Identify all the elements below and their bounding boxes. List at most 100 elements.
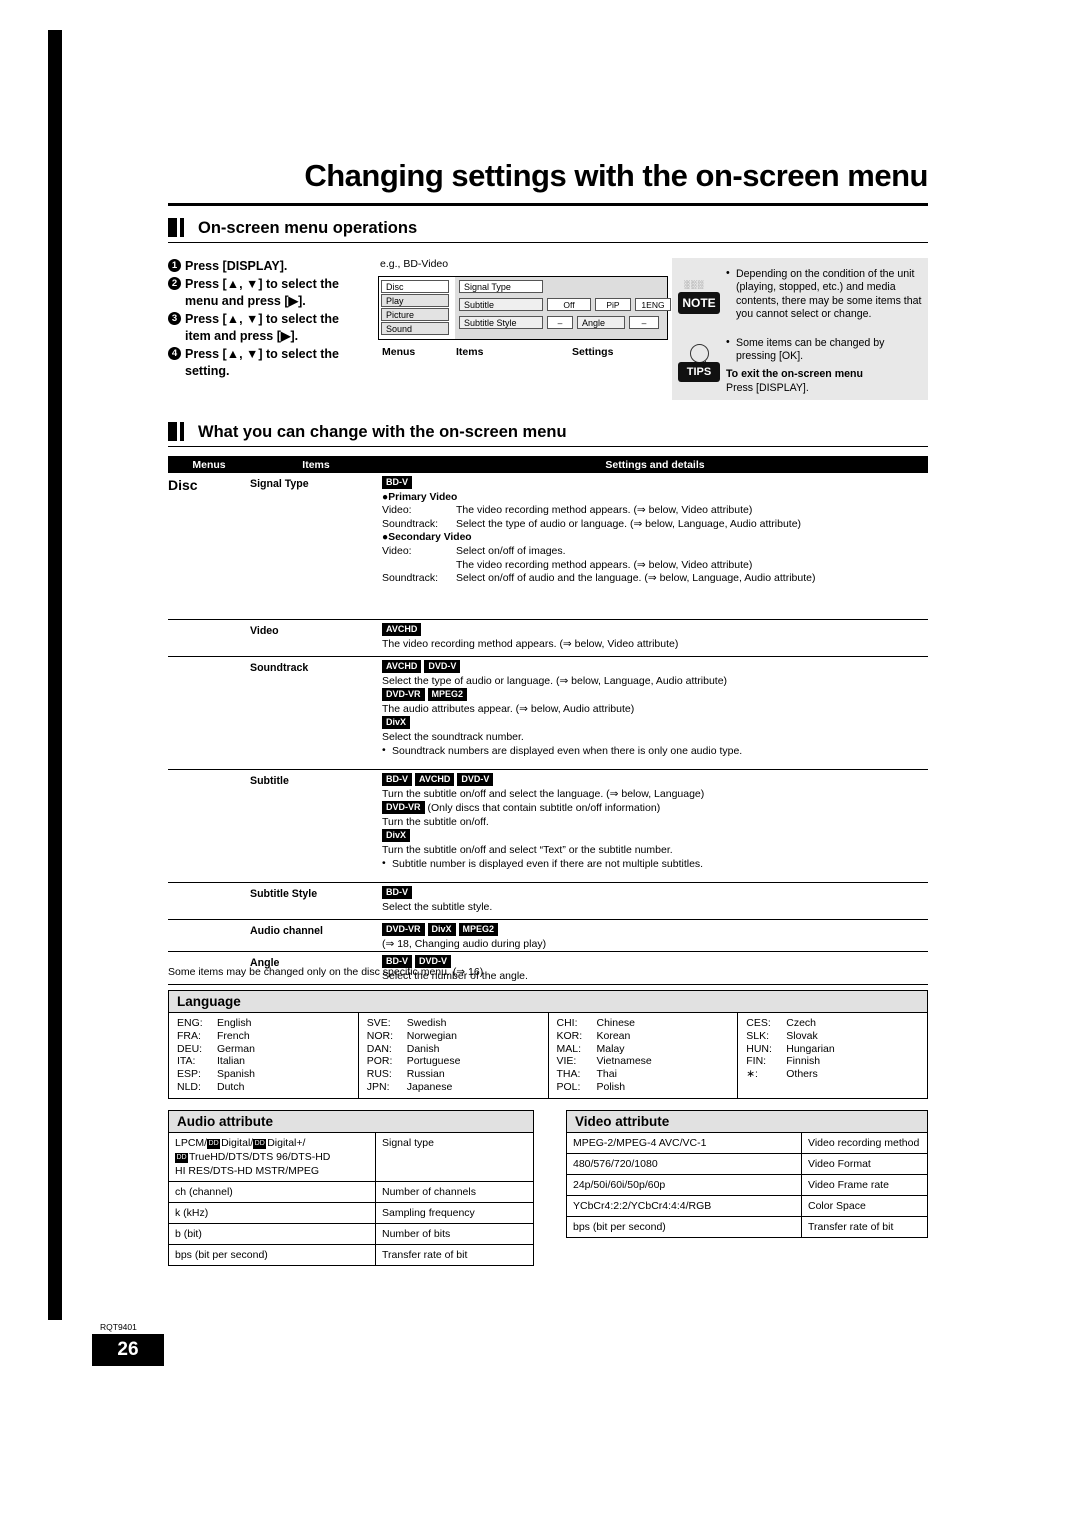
table-row: 24p/50i/60i/50p/60p Video Frame rate: [567, 1175, 927, 1196]
lang-code: VIE:: [556, 1055, 577, 1068]
lang-code: FIN:: [746, 1055, 767, 1068]
tips-text: Press [DISPLAY].: [726, 382, 809, 394]
lang-code: FRA:: [177, 1029, 201, 1042]
lang-code: POR:: [366, 1055, 393, 1068]
table-row: Disc Signal Type BD-V ●Primary Video Vid…: [168, 473, 928, 620]
lang-name: Spanish: [217, 1068, 255, 1081]
video-colorspace: YCbCr4:2:2/YCbCr4:4:4/RGB: [567, 1196, 802, 1216]
text-video3: The video recording method appears. (⇒ b…: [456, 558, 753, 571]
lang-name: Norwegian: [406, 1029, 457, 1042]
table-header-settings: Settings and details: [605, 458, 705, 471]
video-attribute-heading: Video attribute: [566, 1110, 928, 1132]
lang-code: ITA:: [177, 1055, 196, 1068]
lang-name: Slovak: [786, 1029, 818, 1042]
tag-bdv: BD-V: [382, 476, 412, 489]
step-number-4: 4: [168, 347, 181, 360]
osd-menu-picture[interactable]: Picture: [381, 308, 449, 321]
section1-rule: [168, 242, 928, 243]
tag-bdv: BD-V: [382, 773, 412, 786]
note-icon: ░░░ NOTE: [678, 280, 720, 314]
text-subtitle-3: Turn the subtitle on/off and select “Tex…: [382, 843, 673, 856]
section1-bar2: [180, 218, 184, 237]
item-cell-subtitle-style: Subtitle Style: [250, 888, 318, 900]
text-video2: Select on/off of images.: [456, 544, 566, 557]
dolby-icon: DD: [207, 1139, 221, 1149]
manual-page: Changing settings with the on-screen men…: [0, 0, 1080, 1528]
tag-dvdv: DVD-V: [457, 773, 494, 786]
osd-item-signal-type[interactable]: Signal Type: [459, 280, 543, 293]
lang-name: Finnish: [786, 1055, 821, 1068]
tag-mpeg2: MPEG2: [427, 688, 468, 702]
osd-menu-sound[interactable]: Sound: [381, 322, 449, 335]
item-cell-soundtrack: Soundtrack: [250, 662, 309, 674]
step-2: 2 Press [▲, ▼] to select the menu and pre…: [168, 276, 368, 310]
tag-divx: DivX: [382, 716, 411, 730]
section2-heading: What you can change with the on-screen m…: [198, 423, 567, 441]
lang-name: Vietnamese: [596, 1055, 652, 1068]
settings-table: Menus Items Settings and details Disc Si…: [168, 456, 928, 985]
step-1: 1 Press [DISPLAY].: [168, 258, 368, 275]
osd-menu-play[interactable]: Play: [381, 294, 449, 307]
text-video: The video recording method appears. (⇒ b…: [456, 504, 753, 517]
subhead-primary-video: ●Primary Video: [382, 491, 458, 503]
lang-code: KOR:: [556, 1029, 583, 1042]
language-heading: Language: [168, 990, 928, 1012]
osd-value-off[interactable]: Off: [547, 298, 591, 311]
lang-name: Czech: [786, 1017, 817, 1029]
audio-khz-label: Sampling frequency: [382, 1207, 475, 1219]
table-row: YCbCr4:2:2/YCbCr4:4:4/RGB Color Space: [567, 1196, 927, 1217]
table-header-items: Items: [302, 458, 330, 471]
video-format-label: Video Format: [808, 1158, 871, 1170]
osd-value-style[interactable]: –: [547, 316, 573, 329]
note-line-2: Some items can be changed by pressing [O…: [726, 336, 922, 364]
audio-bps: bps (bit per second): [169, 1245, 376, 1265]
lang-name: Portuguese: [406, 1055, 461, 1068]
osd-value-angle[interactable]: –: [629, 316, 659, 329]
video-format: 480/576/720/1080: [567, 1154, 802, 1174]
item-cell-subtitle: Subtitle: [250, 775, 289, 787]
osd-menu-disc[interactable]: Disc: [381, 280, 449, 293]
audio-attribute-heading: Audio attribute: [168, 1110, 534, 1132]
video-colorspace-label: Color Space: [808, 1200, 866, 1212]
osd-value-pip[interactable]: PiP: [595, 298, 631, 311]
lightbulb-icon: [690, 344, 709, 365]
lang-code: POL:: [556, 1080, 581, 1093]
osd-item-angle[interactable]: Angle: [577, 316, 625, 329]
section2-bar: [168, 422, 177, 441]
example-label: e.g., BD-Video: [380, 258, 449, 270]
lang-name: Danish: [406, 1042, 440, 1055]
lang-name: French: [217, 1029, 250, 1042]
table-row: bps (bit per second) Transfer rate of bi…: [567, 1217, 927, 1237]
osd-item-subtitle-style[interactable]: Subtitle Style: [459, 316, 543, 329]
table-header-menus: Menus: [192, 458, 226, 471]
lang-name: Swedish: [406, 1017, 447, 1029]
lang-code: SVE:: [366, 1017, 391, 1029]
tag-dvdvr: DVD-VR: [382, 688, 425, 702]
osd-mock: Disc Play Picture Sound Signal Type Subt…: [378, 276, 671, 340]
tag-mpeg2: MPEG2: [458, 923, 499, 936]
label-soundtrack2: Soundtrack:: [382, 572, 439, 585]
section2-rule: [168, 446, 928, 447]
note-text-1: Depending on the condition of the unit (…: [726, 267, 922, 322]
osd-label-items: Items: [456, 346, 484, 358]
details-cell-video: AVCHD The video recording method appears…: [382, 620, 928, 655]
step-4-text: Press [▲, ▼] to select the setting.: [185, 347, 339, 378]
details-cell-signal-type: BD-V ●Primary Video Video: The video reco…: [382, 473, 928, 590]
step-4: 4 Press [▲, ▼] to select the setting.: [168, 346, 368, 380]
lang-name: Hungarian: [786, 1042, 835, 1055]
table-footnote: Some items may be changed only on the di…: [168, 966, 484, 978]
osd-item-subtitle[interactable]: Subtitle: [459, 298, 543, 311]
language-grid: ENG: English FRA: French DEU: German ITA: It…: [168, 1012, 928, 1099]
lang-code: ENG:: [177, 1017, 203, 1029]
osd-value-audio[interactable]: 1ENG: [635, 298, 671, 311]
text-video-detail: The video recording method appears. (⇒ b…: [382, 637, 679, 650]
audio-attribute-table: LPCM/DD Digital/DD Digital+/ DD TrueHD/DTS/…: [168, 1132, 534, 1266]
item-cell-audio-channel: Audio channel: [250, 925, 323, 937]
item-cell-signal-type: Signal Type: [250, 478, 309, 490]
lang-code: RUS:: [366, 1068, 392, 1081]
lang-code: ESP:: [177, 1068, 201, 1081]
audio-attribute-block: Audio attribute LPCM/DD Digital/DD Digital…: [168, 1110, 534, 1266]
document-code: RQT9401: [100, 1322, 137, 1332]
lang-code: NOR:: [366, 1029, 393, 1042]
tag-dvdv: DVD-V: [424, 660, 461, 673]
